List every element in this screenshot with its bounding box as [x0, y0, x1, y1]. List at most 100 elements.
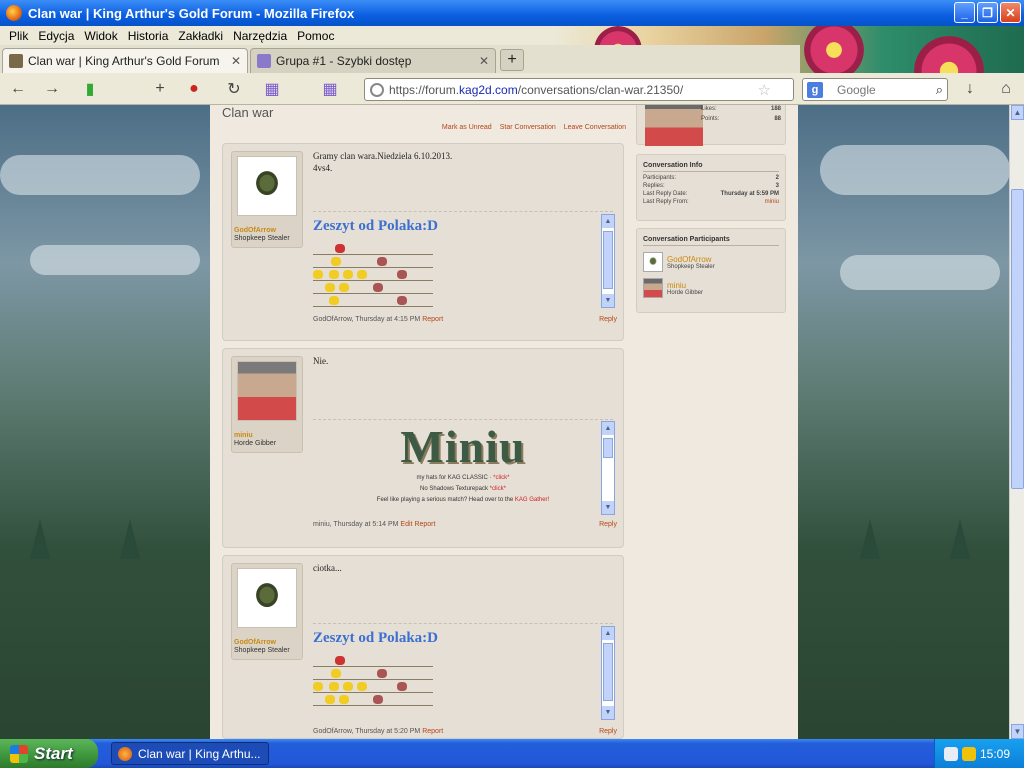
- message-date[interactable]: miniu, Thursday at 5:14 PM: [313, 521, 398, 528]
- cloud-decoration: [30, 245, 200, 275]
- reply-button[interactable]: Reply: [599, 316, 617, 323]
- avatar[interactable]: [237, 156, 297, 216]
- scroll-up-icon[interactable]: ▲: [602, 422, 614, 435]
- minimize-button[interactable]: _: [954, 2, 975, 23]
- message-date[interactable]: GodOfArrow, Thursday at 5:20 PM: [313, 728, 420, 735]
- menu-pomoc[interactable]: Pomoc: [292, 29, 339, 43]
- tab-label: Clan war | King Arthur's Gold Forum: [28, 54, 220, 68]
- menu-narzedzia[interactable]: Narzędzia: [228, 29, 292, 43]
- mark-unread-link[interactable]: Mark as Unread: [442, 124, 492, 131]
- home-icon[interactable]: ⌂: [996, 79, 1016, 99]
- signature-scrollbar[interactable]: ▲ ▼: [601, 214, 615, 308]
- avatar[interactable]: [643, 252, 663, 272]
- menu-plik[interactable]: Plik: [4, 29, 33, 43]
- close-button[interactable]: ✕: [1000, 2, 1021, 23]
- scroll-down-icon[interactable]: ▼: [602, 706, 614, 719]
- scroll-up-icon[interactable]: ▲: [1011, 105, 1024, 120]
- url-domain: kag2d.com: [459, 82, 518, 97]
- site-identity-icon[interactable]: [370, 82, 384, 97]
- tab-clan-war[interactable]: Clan war | King Arthur's Gold Forum ✕: [2, 48, 248, 73]
- taskbar-item-firefox[interactable]: Clan war | King Arthu...: [111, 742, 269, 765]
- username[interactable]: GodOfArrow: [234, 639, 276, 646]
- user-block: GodOfArrow Shopkeep Stealer: [231, 563, 303, 660]
- clock[interactable]: 15:09: [980, 747, 1010, 761]
- menu-historia[interactable]: Historia: [123, 29, 174, 43]
- report-link[interactable]: Report: [422, 728, 443, 735]
- download-icon[interactable]: ↓: [960, 79, 980, 99]
- maximize-button[interactable]: ❐: [977, 2, 998, 23]
- signature-scrollbar[interactable]: ▲ ▼: [601, 626, 615, 720]
- message-date[interactable]: GodOfArrow, Thursday at 4:15 PM: [313, 316, 420, 323]
- new-tab-button[interactable]: +: [500, 49, 524, 71]
- scroll-up-icon[interactable]: ▲: [602, 627, 614, 640]
- signal-icon[interactable]: ▮: [80, 79, 100, 99]
- taskbar-item-label: Clan war | King Arthu...: [138, 746, 261, 761]
- scroll-thumb[interactable]: [603, 643, 613, 701]
- scroll-thumb[interactable]: [603, 438, 613, 458]
- scroll-up-icon[interactable]: ▲: [602, 215, 614, 228]
- signature-title: Zeszyt od Polaka:D: [313, 218, 438, 234]
- tab-close-icon[interactable]: ✕: [479, 54, 489, 68]
- participant[interactable]: miniu Horde Gibber: [643, 278, 779, 298]
- tab-close-icon[interactable]: ✕: [231, 54, 241, 68]
- scroll-down-icon[interactable]: ▼: [1011, 724, 1024, 739]
- scroll-thumb[interactable]: [603, 231, 613, 289]
- signature-scrollbar[interactable]: ▲ ▼: [601, 421, 615, 515]
- menu-zakladki[interactable]: Zakładki: [173, 29, 228, 43]
- grid-icon[interactable]: ▦: [320, 79, 340, 99]
- add-icon[interactable]: +: [150, 79, 170, 99]
- leave-conversation-link[interactable]: Leave Conversation: [564, 124, 626, 131]
- forward-icon[interactable]: →: [42, 79, 62, 99]
- search-input[interactable]: g Google ⌕: [802, 78, 948, 101]
- menu-edycja[interactable]: Edycja: [33, 29, 79, 43]
- windows-logo-icon: [10, 744, 28, 763]
- tab-quick-access[interactable]: Grupa #1 - Szybki dostęp ✕: [250, 48, 496, 73]
- avatar[interactable]: [643, 278, 663, 298]
- scroll-down-icon[interactable]: ▼: [602, 294, 614, 307]
- message-meta: miniu, Thursday at 5:14 PM Edit Report: [313, 521, 435, 528]
- tray-icon[interactable]: [943, 746, 958, 761]
- addon-icon[interactable]: ●: [184, 79, 204, 99]
- start-button[interactable]: Start: [0, 739, 98, 768]
- last-reply-user-link[interactable]: miniu: [765, 199, 779, 205]
- user-block: GodOfArrow Shopkeep Stealer: [231, 151, 303, 248]
- url-prefix: https://forum.: [389, 82, 460, 97]
- avatar[interactable]: [237, 568, 297, 628]
- signature-art: [313, 668, 433, 680]
- reply-button[interactable]: Reply: [599, 521, 617, 528]
- username[interactable]: miniu: [234, 432, 253, 439]
- scroll-down-icon[interactable]: ▼: [602, 501, 614, 514]
- info-row: Replies: 3: [643, 183, 779, 189]
- info-value: Thursday at 5:59 PM: [720, 191, 779, 197]
- report-link[interactable]: Report: [422, 316, 443, 323]
- tray-icon[interactable]: [961, 746, 976, 761]
- bookmark-star-icon[interactable]: ☆: [758, 81, 771, 99]
- participant[interactable]: GodOfArrow Shopkeep Stealer: [643, 252, 779, 272]
- reply-button[interactable]: Reply: [599, 728, 617, 735]
- star-conversation-link[interactable]: Star Conversation: [500, 124, 556, 131]
- edit-link[interactable]: Edit: [400, 521, 412, 528]
- search-icon[interactable]: ⌕: [936, 82, 943, 98]
- participant-name[interactable]: GodOfArrow: [667, 255, 715, 264]
- url-bar[interactable]: https://forum. kag2d.com/conversations/cl…: [364, 78, 794, 101]
- participant-name[interactable]: miniu: [667, 281, 703, 290]
- menu-widok[interactable]: Widok: [79, 29, 122, 43]
- signature-links: my hats for KAG CLASSIC · *click* No Sha…: [376, 475, 550, 503]
- avatar[interactable]: [237, 361, 297, 421]
- scroll-thumb[interactable]: [1011, 189, 1024, 489]
- kag-gather-link[interactable]: KAG Gather!: [515, 497, 549, 503]
- avatar[interactable]: [645, 105, 703, 146]
- participants-heading: Conversation Participants: [643, 236, 779, 246]
- google-icon[interactable]: g: [807, 82, 823, 98]
- page-scrollbar[interactable]: ▲ ▼: [1009, 105, 1024, 739]
- back-icon[interactable]: ←: [8, 79, 28, 99]
- message-meta: GodOfArrow, Thursday at 4:15 PM Report: [313, 316, 443, 323]
- hats-click-link[interactable]: *click*: [493, 475, 509, 481]
- taskbar: Start Clan war | King Arthu... 15:09: [0, 739, 1024, 768]
- signature-art: [313, 282, 433, 294]
- username[interactable]: GodOfArrow: [234, 227, 276, 234]
- texturepack-click-link[interactable]: *click*: [490, 486, 506, 492]
- reload-icon[interactable]: ↻: [224, 79, 244, 99]
- grid-icon[interactable]: ▦: [262, 79, 282, 99]
- report-link[interactable]: Report: [414, 521, 435, 528]
